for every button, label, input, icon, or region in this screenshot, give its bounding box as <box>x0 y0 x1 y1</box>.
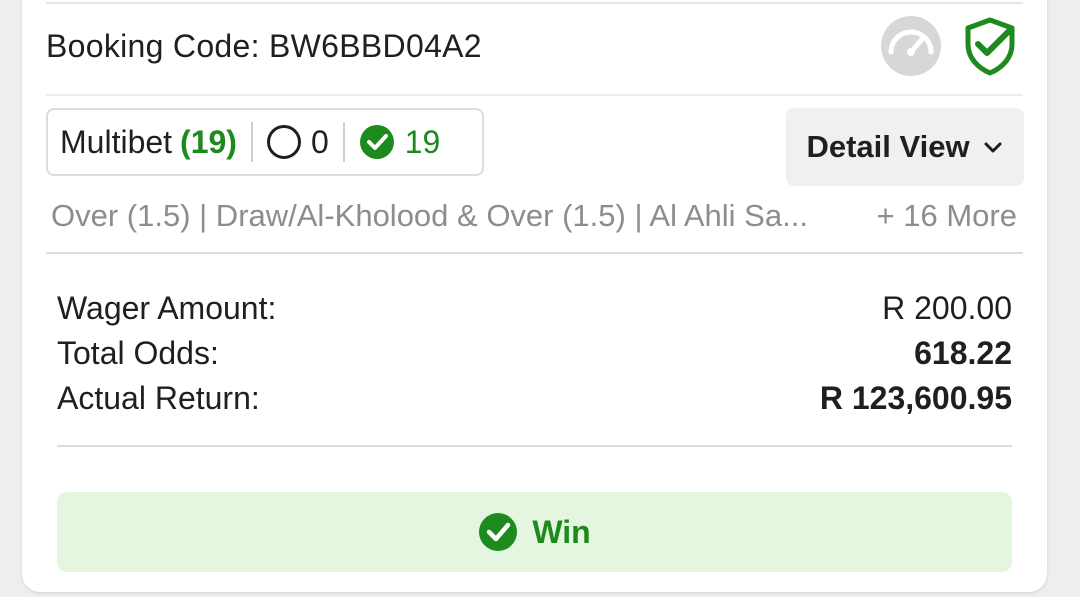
booking-code: Booking Code: BW6BBD04A2 <box>46 28 482 65</box>
bet-summary: Wager Amount: R 200.00 Total Odds: 618.2… <box>57 290 1012 425</box>
more-selections-link[interactable]: + 16 More <box>877 198 1017 234</box>
pending-count: 0 <box>310 123 329 160</box>
top-divider <box>46 2 1023 4</box>
result-label: Win <box>532 513 591 550</box>
speedometer-icon[interactable] <box>879 14 943 78</box>
booking-code-label: Booking Code: <box>46 28 260 64</box>
detail-view-button[interactable]: Detail View <box>786 108 1024 186</box>
return-value: R 123,600.95 <box>819 380 1012 416</box>
separator <box>342 122 345 162</box>
booking-row: Booking Code: BW6BBD04A2 <box>46 14 1023 96</box>
wager-label: Wager Amount: <box>57 290 277 326</box>
multibet-count: (19) <box>180 123 237 160</box>
multibet-label: Multibet <box>60 123 173 160</box>
multibet-summary: Multibet (19) 0 19 <box>46 108 484 176</box>
odds-value: 618.22 <box>914 335 1012 371</box>
win-check-icon <box>479 513 518 551</box>
bet-card: Booking Code: BW6BBD04A2 Multibet (19) 0… <box>22 0 1047 592</box>
won-check-icon <box>359 125 394 159</box>
separator <box>250 122 253 162</box>
chevron-down-icon <box>984 142 1002 153</box>
pending-circle-icon <box>266 125 301 159</box>
selections-text[interactable]: Over (1.5) | Draw/Al-Kholood & Over (1.5… <box>51 198 851 234</box>
odds-label: Total Odds: <box>57 335 219 371</box>
return-row: Actual Return: R 123,600.95 <box>57 380 1012 425</box>
detail-view-label: Detail View <box>806 129 970 164</box>
shield-check-icon <box>965 17 1015 76</box>
booking-code-value: BW6BBD04A2 <box>269 28 482 64</box>
return-label: Actual Return: <box>57 380 260 416</box>
divider <box>46 252 1023 254</box>
wager-value: R 200.00 <box>882 290 1012 326</box>
wager-row: Wager Amount: R 200.00 <box>57 290 1012 335</box>
won-count: 19 <box>404 123 441 160</box>
divider <box>57 445 1012 447</box>
result-status-bar: Win <box>57 492 1012 572</box>
odds-row: Total Odds: 618.22 <box>57 335 1012 380</box>
